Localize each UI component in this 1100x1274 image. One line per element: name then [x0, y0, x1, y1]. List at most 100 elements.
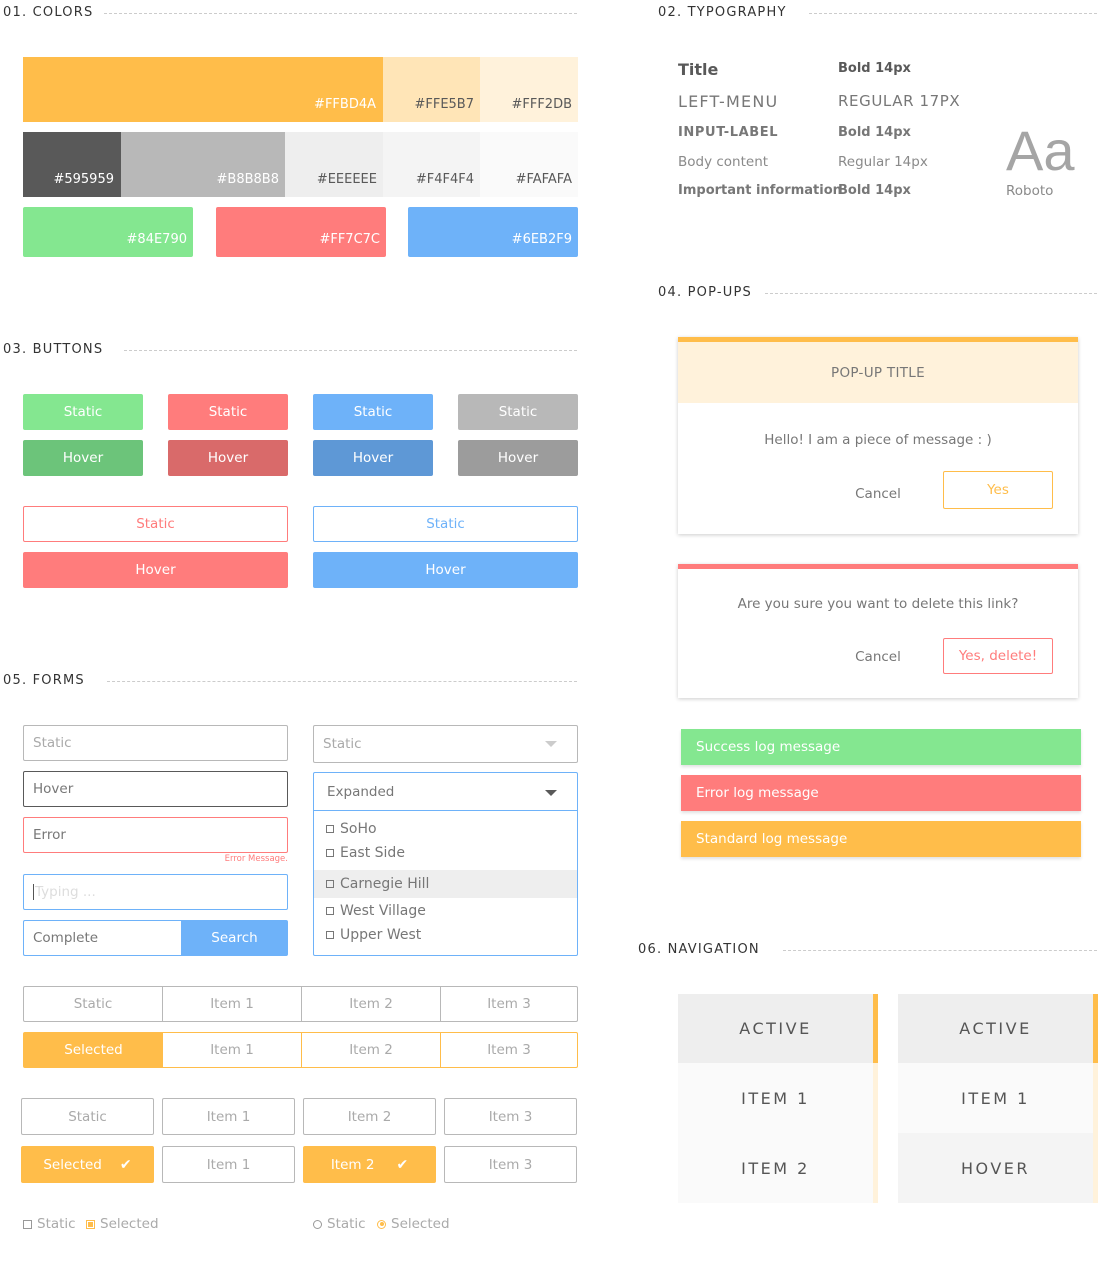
colors-section-title: 01. COLORS — [3, 5, 94, 20]
nav-item-1[interactable]: ITEM 1 — [898, 1063, 1098, 1133]
nav-item-2[interactable]: ITEM 2 — [678, 1133, 878, 1203]
toggle-item-2[interactable]: Item 2 — [303, 1098, 436, 1135]
swatch-ff7c7c: #FF7C7C — [216, 207, 386, 257]
blue-button-static[interactable]: Static — [313, 394, 433, 430]
typo-title-spec: Bold 14px — [838, 61, 911, 76]
popups-section-title: 04. POP-UPS — [658, 285, 752, 300]
text-input-error[interactable]: Error — [23, 817, 288, 853]
confirm-delete-button[interactable]: Yes, delete! — [943, 638, 1053, 674]
toggle-item-1[interactable]: Item 1 — [162, 1098, 295, 1135]
nav-item-1[interactable]: ITEM 1 — [678, 1063, 878, 1133]
check-icon: ✔ — [119, 1156, 132, 1173]
green-button-hover[interactable]: Hover — [23, 440, 143, 476]
nav-item-hover[interactable]: HOVER — [898, 1133, 1098, 1203]
segment-static[interactable]: Static — [24, 987, 163, 1021]
red-outline-button-hover[interactable]: Hover — [23, 552, 288, 588]
error-log-message: Error log message — [681, 775, 1081, 811]
checkbox-static[interactable]: Static — [23, 1216, 76, 1232]
segment-item-1[interactable]: Item 1 — [163, 1033, 302, 1067]
side-nav-2: ACTIVE ITEM 1 HOVER — [898, 994, 1098, 1203]
popup-yes-button[interactable]: Yes — [943, 471, 1053, 509]
popup-cancel-button[interactable]: Cancel — [838, 486, 918, 502]
popup-dialog: POP-UP TITLE Hello! I am a piece of mess… — [678, 337, 1078, 534]
typo-important-sample: Important information — [678, 183, 842, 198]
swatch-84e790: #84E790 — [23, 207, 193, 257]
chevron-down-icon — [545, 790, 557, 796]
text-input-hover[interactable]: Hover — [23, 771, 288, 807]
color-row-greys: #595959 #B8B8B8 #EEEEEE #F4F4F4 #FAFAFA — [23, 132, 578, 197]
blue-button-hover[interactable]: Hover — [313, 440, 433, 476]
toggle-item-3[interactable]: Item 3 — [444, 1098, 577, 1135]
divider — [783, 950, 1097, 951]
check-icon: ✔ — [396, 1156, 409, 1173]
toggle-item-2-selected[interactable]: Item 2 ✔ — [303, 1146, 436, 1183]
typo-leftmenu-spec: REGULAR 17PX — [838, 92, 961, 110]
text-input-static[interactable]: Static — [23, 725, 288, 761]
font-sample-glyphs: Aa — [1006, 119, 1075, 182]
checkbox-selected[interactable]: Selected — [86, 1216, 159, 1232]
divider — [104, 13, 577, 14]
forms-section-title: 05. FORMS — [3, 673, 85, 688]
typo-inputlabel-spec: Bold 14px — [838, 125, 911, 140]
confirm-cancel-button[interactable]: Cancel — [838, 649, 918, 665]
typo-leftmenu-sample: LEFT-MENU — [678, 92, 779, 111]
success-log-message: Success log message — [681, 729, 1081, 765]
dropdown-option-hover[interactable]: Carnegie Hill — [314, 870, 577, 898]
toggle-selected[interactable]: Selected ✔ — [21, 1146, 154, 1183]
typo-body-spec: Regular 14px — [838, 154, 928, 170]
swatch-fff2db: #FFF2DB — [480, 57, 578, 122]
popup-title: POP-UP TITLE — [678, 342, 1078, 403]
swatch-eeeeee: #EEEEEE — [285, 132, 383, 197]
dropdown-option[interactable]: East Side — [326, 845, 405, 861]
swatch-ffe5b7: #FFE5B7 — [383, 57, 480, 122]
swatch-f4f4f4: #F4F4F4 — [383, 132, 480, 197]
search-input[interactable]: Complete — [23, 920, 181, 956]
search-field-group: Complete Search — [23, 920, 288, 956]
grey-button-static[interactable]: Static — [458, 394, 578, 430]
dropdown-expanded-header[interactable]: Expanded — [314, 773, 577, 811]
segmented-control-selected: Selected Item 1 Item 2 Item 3 — [23, 1032, 578, 1068]
segmented-control-static: Static Item 1 Item 2 Item 3 — [23, 986, 578, 1022]
segment-item-2[interactable]: Item 2 — [302, 987, 441, 1021]
nav-item-active[interactable]: ACTIVE — [678, 994, 878, 1063]
navigation-section-title: 06. NAVIGATION — [638, 942, 760, 957]
toggle-static[interactable]: Static — [21, 1098, 154, 1135]
blue-outline-button-hover[interactable]: Hover — [313, 552, 578, 588]
swatch-595959: #595959 — [23, 132, 121, 197]
red-button-static[interactable]: Static — [168, 394, 288, 430]
divider — [765, 293, 1097, 294]
segment-selected[interactable]: Selected — [24, 1033, 163, 1067]
color-row-primary: #FFBD4A #FFE5B7 #FFF2DB — [23, 57, 578, 122]
red-outline-button-static[interactable]: Static — [23, 506, 288, 542]
chevron-down-icon — [545, 741, 557, 747]
standard-log-message: Standard log message — [681, 821, 1081, 857]
typography-section-title: 02. TYPOGRAPHY — [658, 5, 787, 20]
checkbox-icon — [23, 1219, 32, 1229]
nav-item-active[interactable]: ACTIVE — [898, 994, 1098, 1063]
side-nav-1: ACTIVE ITEM 1 ITEM 2 — [678, 994, 878, 1203]
toggle-item-3[interactable]: Item 3 — [444, 1146, 577, 1183]
dropdown-option[interactable]: SoHo — [326, 821, 377, 837]
radio-selected[interactable]: Selected — [377, 1216, 450, 1232]
dropdown-option[interactable]: Upper West — [326, 927, 421, 943]
confirm-delete-dialog: Are you sure you want to delete this lin… — [678, 564, 1078, 698]
divider — [124, 350, 577, 351]
green-button-static[interactable]: Static — [23, 394, 143, 430]
text-input-typing[interactable]: Typing ... — [23, 874, 288, 910]
red-button-hover[interactable]: Hover — [168, 440, 288, 476]
dropdown-option[interactable]: West Village — [326, 903, 426, 919]
grey-button-hover[interactable]: Hover — [458, 440, 578, 476]
segment-item-3[interactable]: Item 3 — [441, 987, 577, 1021]
toggle-item-1[interactable]: Item 1 — [162, 1146, 295, 1183]
checkbox-checked-icon — [86, 1219, 95, 1229]
font-sample-name: Roboto — [1006, 183, 1054, 199]
dropdown-static[interactable]: Static — [313, 725, 578, 763]
radio-checked-icon — [377, 1219, 386, 1229]
segment-item-3[interactable]: Item 3 — [441, 1033, 577, 1067]
swatch-b8b8b8: #B8B8B8 — [121, 132, 285, 197]
blue-outline-button-static[interactable]: Static — [313, 506, 578, 542]
search-button[interactable]: Search — [181, 920, 288, 956]
segment-item-1[interactable]: Item 1 — [163, 987, 302, 1021]
segment-item-2[interactable]: Item 2 — [302, 1033, 441, 1067]
radio-static[interactable]: Static — [313, 1216, 366, 1232]
